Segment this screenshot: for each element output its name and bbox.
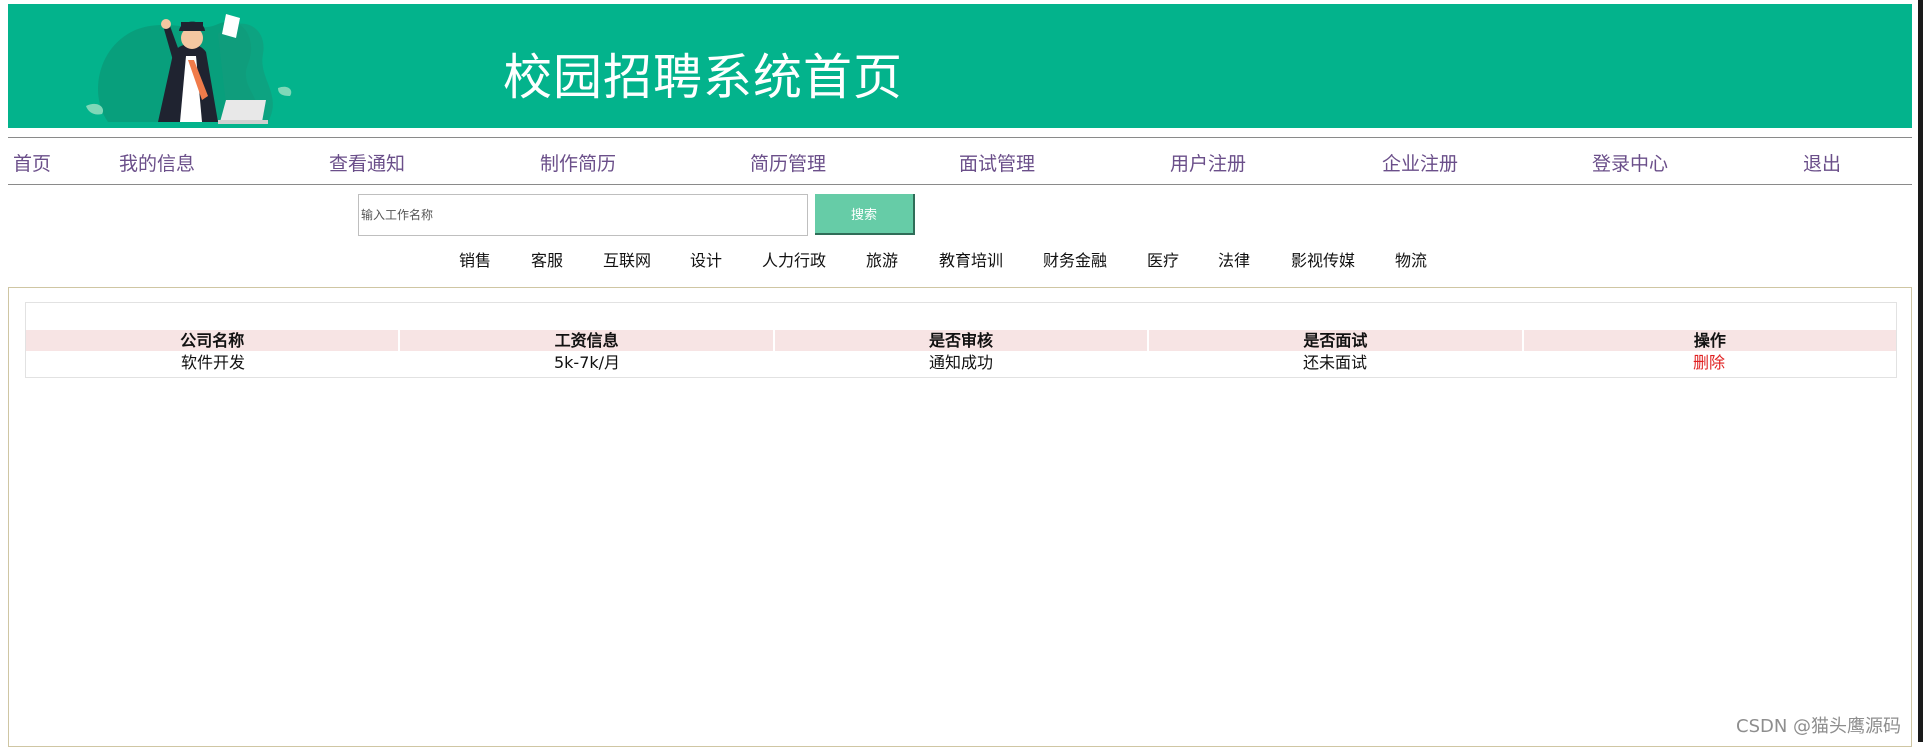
nav-item-create-resume[interactable]: 制作简历	[540, 149, 616, 176]
table-header: 公司名称 工资信息 是否审核 是否面试 操作	[26, 330, 1897, 351]
category-travel[interactable]: 旅游	[866, 247, 898, 271]
cell-salary: 5k-7k/月	[553, 353, 621, 372]
job-category-list: 销售 客服 互联网 设计 人力行政 旅游 教育培训 财务金融 医疗 法律 影视传…	[0, 247, 1912, 271]
main-nav: 首页 我的信息 查看通知 制作简历 简历管理 面试管理 用户注册 企业注册 登录…	[0, 137, 1912, 185]
table-row: 软件开发 5k-7k/月 通知成功 还未面试 删除	[26, 351, 1896, 373]
category-education[interactable]: 教育培训	[939, 247, 1003, 271]
category-design[interactable]: 设计	[690, 247, 722, 271]
nav-item-notices[interactable]: 查看通知	[329, 149, 405, 176]
category-medical[interactable]: 医疗	[1147, 247, 1179, 271]
header-banner: 校园招聘系统首页	[8, 4, 1912, 128]
nav-item-login-center[interactable]: 登录中心	[1592, 149, 1668, 176]
column-reviewed: 是否审核	[774, 330, 1150, 351]
interview-table: 公司名称 工资信息 是否审核 是否面试 操作 软件开发 5k-7k/月 通知成功…	[25, 302, 1897, 378]
job-search-input[interactable]	[358, 194, 808, 236]
window-edge	[1918, 0, 1923, 742]
nav-item-company-register[interactable]: 企业注册	[1382, 149, 1458, 176]
nav-item-resume-manage[interactable]: 简历管理	[750, 149, 826, 176]
category-finance[interactable]: 财务金融	[1043, 247, 1107, 271]
category-sales[interactable]: 销售	[459, 247, 491, 271]
category-law[interactable]: 法律	[1218, 247, 1250, 271]
cell-interviewed: 还未面试	[1302, 353, 1367, 372]
category-media[interactable]: 影视传媒	[1291, 247, 1355, 271]
column-interviewed: 是否面试	[1149, 330, 1524, 351]
category-service[interactable]: 客服	[531, 247, 563, 271]
nav-divider-bottom	[8, 184, 1912, 185]
search-button[interactable]: 搜索	[815, 194, 915, 235]
nav-item-logout[interactable]: 退出	[1803, 149, 1841, 176]
nav-item-my-info[interactable]: 我的信息	[119, 149, 195, 176]
delete-link[interactable]: 删除	[1522, 351, 1896, 373]
content-panel: 公司名称 工资信息 是否审核 是否面试 操作 软件开发 5k-7k/月 通知成功…	[8, 287, 1912, 747]
nav-item-user-register[interactable]: 用户注册	[1170, 149, 1246, 176]
graduate-illustration-icon	[86, 14, 292, 124]
cell-reviewed: 通知成功	[928, 353, 993, 372]
nav-item-home[interactable]: 首页	[13, 149, 51, 176]
nav-item-interview[interactable]: 面试管理	[959, 149, 1035, 176]
cell-company-name: 软件开发	[180, 353, 245, 372]
watermark: CSDN @猫头鹰源码	[1736, 716, 1902, 737]
category-internet[interactable]: 互联网	[603, 247, 651, 271]
column-actions: 操作	[1523, 330, 1897, 351]
category-logistics[interactable]: 物流	[1395, 247, 1427, 271]
category-hr-admin[interactable]: 人力行政	[762, 247, 826, 271]
column-company-name: 公司名称	[26, 330, 401, 351]
page-title: 校园招聘系统首页	[503, 49, 904, 106]
column-salary: 工资信息	[400, 330, 775, 351]
